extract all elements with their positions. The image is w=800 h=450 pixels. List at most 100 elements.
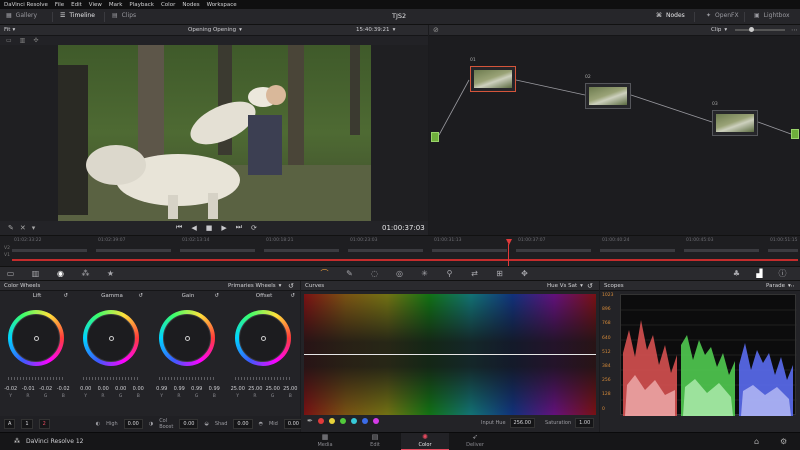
video-frame[interactable] xyxy=(58,45,371,221)
stop-icon[interactable]: ■ xyxy=(206,224,213,232)
reset-icon[interactable]: ↺ xyxy=(288,282,294,290)
eyedropper-icon[interactable]: ✒ xyxy=(307,417,313,425)
hue-swatch[interactable] xyxy=(328,418,335,424)
color-wheel[interactable] xyxy=(159,310,215,366)
circle-icon[interactable]: ⊘ xyxy=(433,26,439,34)
wheel-value[interactable]: -0.02 xyxy=(57,386,70,392)
menu-item[interactable]: Playback xyxy=(129,2,154,8)
page-a-button[interactable]: A xyxy=(4,419,16,429)
page-tab-edit[interactable]: ▤ Edit xyxy=(351,433,399,450)
close-icon[interactable]: ✕ xyxy=(20,224,26,232)
color-match-icon[interactable]: ▥ xyxy=(31,269,40,278)
blur-icon[interactable]: ⚲ xyxy=(445,269,454,278)
hue-swatch[interactable] xyxy=(350,418,357,424)
menu-item[interactable]: DaVinci Resolve xyxy=(4,2,48,8)
menu-item[interactable]: Edit xyxy=(71,2,82,8)
magic-mask-icon[interactable]: ✳ xyxy=(420,269,429,278)
curve-line[interactable] xyxy=(304,354,596,355)
clip-mode-dropdown[interactable]: Clip ▾ xyxy=(711,27,727,33)
play-icon[interactable]: ▶ xyxy=(221,224,226,232)
home-icon[interactable]: ⌂ xyxy=(754,437,759,446)
tracker-icon[interactable]: ◎ xyxy=(395,269,404,278)
lightbox-button[interactable]: ▣ Lightbox xyxy=(754,12,790,19)
wheel-handle[interactable] xyxy=(34,336,39,341)
master-wheel-slider[interactable] xyxy=(83,377,139,380)
timeline-button[interactable]: ☰ Timeline xyxy=(60,12,95,19)
wheel-value[interactable]: 0.00 xyxy=(98,386,109,392)
menu-item[interactable]: Mark xyxy=(109,2,123,8)
page-tab-deliver[interactable]: ➶ Deliver xyxy=(451,433,499,450)
shad-field[interactable]: 0.00 xyxy=(233,419,253,429)
qualifier-icon[interactable]: ✎ xyxy=(345,269,354,278)
3d-icon[interactable]: ✥ xyxy=(520,269,529,278)
grid-icon[interactable]: ▭ xyxy=(6,37,12,44)
rgb-mixer-icon[interactable]: ⁂ xyxy=(81,269,90,278)
wheel-value[interactable]: 0.00 xyxy=(133,386,144,392)
wheels-mode-dropdown[interactable]: Primaries Wheels ▾ xyxy=(228,283,281,289)
mini-timeline[interactable]: 01:02:33:22 01:02:39:07 01:02:13:14 01:00:1… xyxy=(0,235,800,266)
settings-icon[interactable]: ⚙ xyxy=(780,437,787,446)
node-graph[interactable]: 01 02 03 xyxy=(429,36,800,235)
master-wheel-slider[interactable] xyxy=(235,377,291,380)
output-node[interactable] xyxy=(791,129,799,139)
wheel-value[interactable]: 0.99 xyxy=(209,386,220,392)
chevron-down-icon[interactable]: ▾ xyxy=(32,224,36,232)
camera-raw-icon[interactable]: ▭ xyxy=(6,269,15,278)
clip-name-dropdown[interactable]: Opening Opening ▾ xyxy=(188,27,242,33)
hue-swatch[interactable] xyxy=(361,418,368,424)
menu-item[interactable]: File xyxy=(55,2,64,8)
menu-item[interactable]: View xyxy=(89,2,102,8)
hue-vs-sat-graph[interactable] xyxy=(304,294,596,415)
reset-icon[interactable]: ↺ xyxy=(587,282,593,290)
wheel-value[interactable]: 25.00 xyxy=(231,386,245,392)
window-icon[interactable]: ◌ xyxy=(370,269,379,278)
scopes-icon[interactable]: ▟ xyxy=(755,269,764,278)
page-1-button[interactable]: 1 xyxy=(21,419,33,429)
scope-mode-dropdown[interactable]: Parade ▾ xyxy=(766,283,791,289)
curves-mode-dropdown[interactable]: Hue Vs Sat ▾ xyxy=(547,283,583,289)
gallery-button[interactable]: ▦ Gallery xyxy=(6,12,37,19)
skip-forward-icon[interactable]: ⏭ xyxy=(236,223,242,232)
page-tab-media[interactable]: ▦ Media xyxy=(301,433,349,450)
reverse-play-icon[interactable]: ◀ xyxy=(191,224,196,232)
reset-icon[interactable]: ↺ xyxy=(138,293,143,299)
colboost-field[interactable]: 0.00 xyxy=(179,419,199,429)
info-icon[interactable]: ⓘ xyxy=(778,269,787,278)
openfx-button[interactable]: ✦ OpenFX xyxy=(706,12,739,19)
wheel-value[interactable]: 0.99 xyxy=(156,386,167,392)
wheel-value[interactable]: 0.00 xyxy=(80,386,91,392)
node-01[interactable] xyxy=(470,66,516,92)
master-wheel-slider[interactable] xyxy=(159,377,215,380)
zoom-slider[interactable] xyxy=(735,27,785,32)
color-wheels-icon[interactable]: ◉ xyxy=(56,269,65,278)
reset-icon[interactable]: ↺ xyxy=(214,293,219,299)
saturation-field[interactable]: 1.00 xyxy=(575,418,595,428)
wipe-icon[interactable]: ▥ xyxy=(20,37,26,44)
curves-icon[interactable]: ⌒ xyxy=(320,269,329,278)
wheel-value[interactable]: 0.99 xyxy=(174,386,185,392)
high-field[interactable]: 0.00 xyxy=(123,419,143,429)
menu-icon[interactable]: ⋯ xyxy=(791,26,798,34)
wheel-value[interactable]: 25.00 xyxy=(283,386,297,392)
wheel-handle[interactable] xyxy=(109,336,114,341)
wheel-value[interactable]: 25.00 xyxy=(266,386,280,392)
loop-icon[interactable]: ⟳ xyxy=(251,224,257,232)
hue-swatch[interactable] xyxy=(372,418,379,424)
color-wheel[interactable] xyxy=(8,310,64,366)
wheel-handle[interactable] xyxy=(185,336,190,341)
zoom-slider-handle[interactable] xyxy=(749,27,754,32)
clips-button[interactable]: ▤ Clips xyxy=(112,12,136,19)
lut-icon[interactable]: ♣ xyxy=(732,269,741,278)
source-timecode[interactable]: 15:40:39:21 ▾ xyxy=(356,27,395,33)
hue-swatch[interactable] xyxy=(339,418,346,424)
pen-icon[interactable]: ✎ xyxy=(8,224,14,232)
fit-dropdown[interactable]: Fit ▾ xyxy=(4,27,15,33)
node-03[interactable] xyxy=(712,110,758,136)
key-icon[interactable]: ⇄ xyxy=(470,269,479,278)
wheel-handle[interactable] xyxy=(261,336,266,341)
menu-item[interactable]: Nodes xyxy=(182,2,199,8)
nodes-button[interactable]: ⌘ Nodes xyxy=(656,12,685,19)
menu-icon[interactable]: ⋯ xyxy=(788,282,795,290)
reset-icon[interactable]: ↺ xyxy=(290,293,295,299)
hue-swatch[interactable] xyxy=(317,418,324,424)
